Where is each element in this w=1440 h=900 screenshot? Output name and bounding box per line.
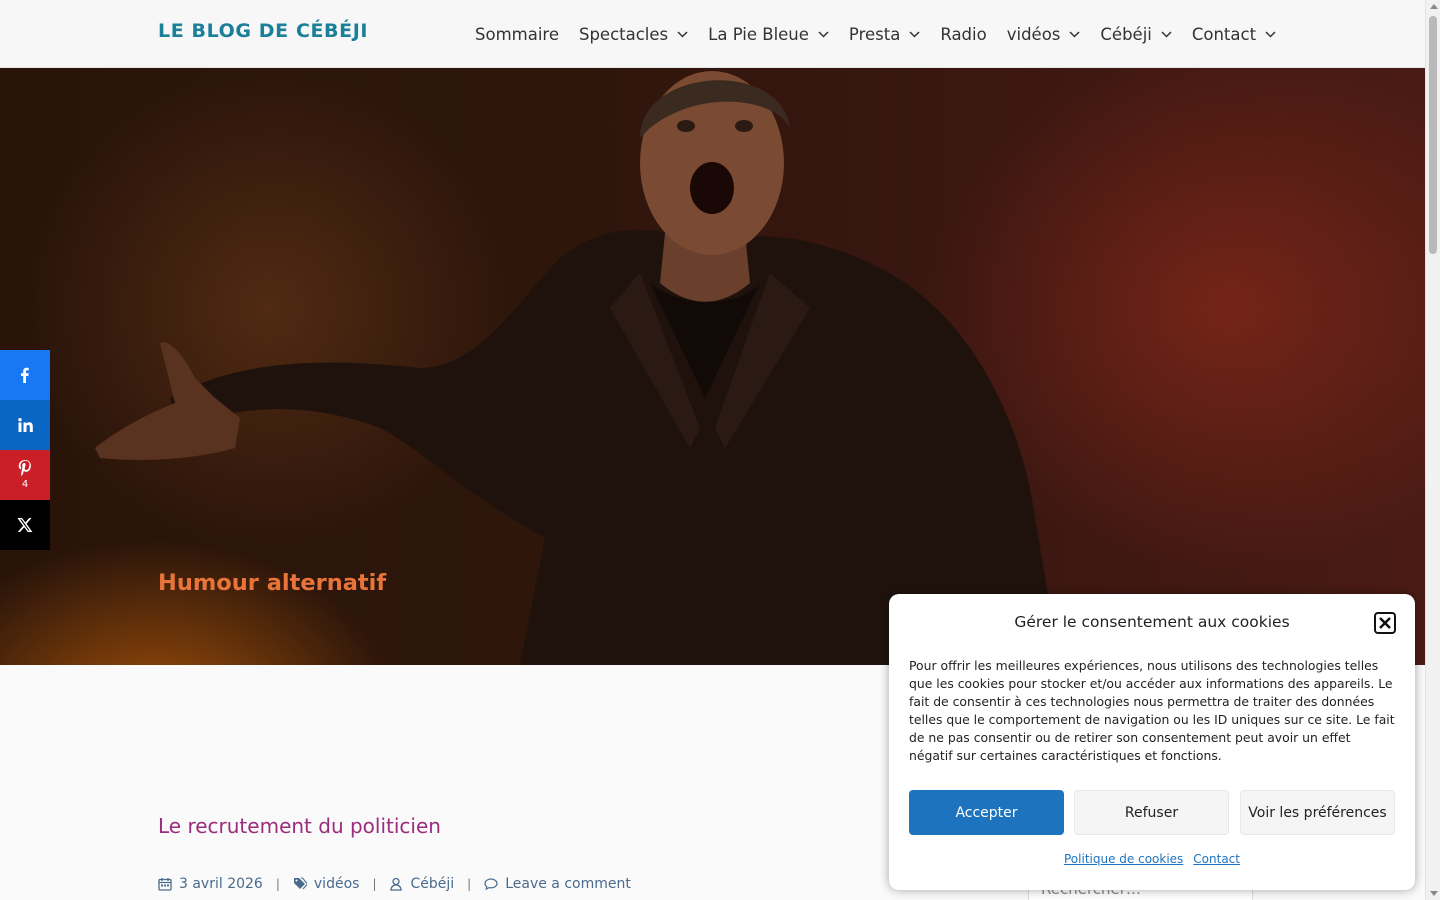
page-scrollbar[interactable] (1425, 0, 1440, 900)
chevron-down-icon (1265, 30, 1276, 38)
cookie-modal-text: Pour offrir les meilleures expériences, … (909, 658, 1395, 763)
user-icon (390, 877, 403, 891)
scroll-down-arrow-icon[interactable] (1430, 891, 1438, 896)
facebook-share-button[interactable] (0, 350, 50, 400)
nav-item-label: Contact (1191, 24, 1257, 44)
cookie-consent-modal: Gérer le consentement aux cookies Pour o… (889, 594, 1415, 890)
cookie-links: Politique de cookies Contact (889, 852, 1415, 866)
nav-item-contact[interactable]: Contact (1192, 25, 1276, 44)
close-icon (1379, 617, 1391, 629)
share-bar: 4 (0, 350, 50, 550)
chevron-down-icon (677, 30, 688, 38)
site-title-link[interactable]: LE BLOG DE CÉBÉJI (158, 20, 368, 42)
tags-icon (293, 877, 307, 890)
linkedin-icon (18, 418, 33, 432)
chevron-down-icon (1069, 30, 1080, 38)
hero-title: Humour alternatif (158, 570, 387, 596)
cookie-preferences-button[interactable]: Voir les préférences (1240, 790, 1395, 835)
nav-item-spectacles[interactable]: Spectacles (579, 25, 688, 44)
hero-banner: Humour alternatif (0, 68, 1425, 665)
nav-item-label: vidéos (1006, 24, 1061, 44)
meta-separator: | (467, 877, 472, 891)
nav-item-label: Cébéji (1100, 24, 1152, 44)
x-share-button[interactable] (0, 500, 50, 550)
calendar-icon (158, 878, 172, 891)
cookie-policy-link[interactable]: Politique de cookies (1064, 852, 1183, 866)
post-date-text: 3 avril 2026 (179, 876, 263, 892)
page: LE BLOG DE CÉBÉJI Sommaire Spectacles La… (0, 0, 1440, 900)
scrollbar-thumb[interactable] (1429, 16, 1437, 254)
nav-item-cebeji[interactable]: Cébéji (1100, 24, 1172, 44)
meta-separator: | (275, 877, 280, 891)
nav-item-presta[interactable]: Presta (849, 25, 920, 44)
pinterest-share-button[interactable]: 4 (0, 450, 50, 500)
post-title-link[interactable]: Le recrutement du politicien (158, 814, 441, 838)
post-category-link[interactable]: vidéos (293, 876, 360, 892)
chevron-down-icon (909, 30, 920, 38)
nav-item-label: Presta (848, 24, 901, 44)
nav-item-sommaire[interactable]: Sommaire (475, 25, 559, 44)
nav-item-label: Spectacles (578, 24, 669, 44)
post-category-text: vidéos (313, 876, 360, 892)
cookie-contact-link[interactable]: Contact (1193, 852, 1240, 866)
meta-separator: | (372, 877, 377, 891)
nav-item-label: Radio (940, 24, 987, 44)
x-icon (17, 518, 33, 532)
post-date: 3 avril 2026 (158, 876, 263, 892)
pinterest-icon (18, 460, 31, 476)
facebook-icon (21, 367, 29, 383)
main-nav: Sommaire Spectacles La Pie Bleue Presta … (475, 0, 1276, 68)
comment-icon (484, 878, 498, 891)
accept-cookies-button[interactable]: Accepter (909, 790, 1064, 835)
nav-item-la-pie-bleue[interactable]: La Pie Bleue (708, 25, 829, 44)
nav-item-videos[interactable]: vidéos (1007, 25, 1081, 44)
scroll-up-arrow-icon[interactable] (1430, 4, 1438, 9)
post-author-text: Cébéji (410, 876, 455, 892)
chevron-down-icon (818, 30, 829, 38)
refuse-cookies-button[interactable]: Refuser (1074, 790, 1229, 835)
linkedin-share-button[interactable] (0, 400, 50, 450)
nav-item-label: La Pie Bleue (708, 24, 809, 44)
nav-item-label: Sommaire (475, 24, 559, 44)
post-comments-text: Leave a comment (505, 876, 631, 892)
cookie-modal-title: Gérer le consentement aux cookies (1014, 613, 1290, 631)
pinterest-share-count: 4 (21, 479, 29, 490)
post-author-link[interactable]: Cébéji (389, 876, 454, 892)
site-header: LE BLOG DE CÉBÉJI Sommaire Spectacles La… (0, 0, 1425, 68)
cookie-close-button[interactable] (1374, 612, 1396, 634)
post-comments-link[interactable]: Leave a comment (484, 876, 631, 892)
nav-item-radio[interactable]: Radio (940, 25, 986, 44)
chevron-down-icon (1161, 30, 1172, 38)
post-meta: 3 avril 2026 | vidéos | Cébéji | Leave a… (158, 876, 631, 892)
